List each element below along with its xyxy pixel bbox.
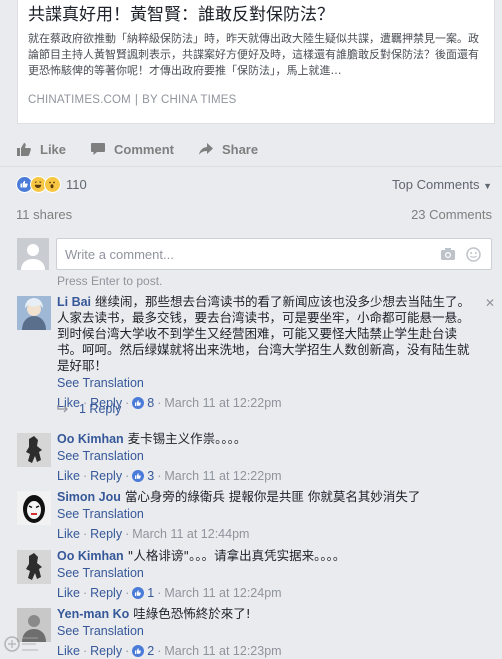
comment-timestamp[interactable]: March 11 at 12:22pm — [164, 468, 281, 484]
comment-timestamp[interactable]: March 11 at 12:22pm — [164, 395, 281, 411]
watermark-logo — [4, 636, 38, 652]
comment-label: Comment — [114, 141, 174, 157]
avatar[interactable] — [17, 433, 51, 467]
like-label: Like — [40, 141, 67, 157]
sort-label: Top Comments — [392, 177, 480, 192]
top-comments-dropdown[interactable]: Top Comments ▼ — [392, 177, 492, 192]
caret-down-icon: ▼ — [483, 181, 492, 191]
reaction-icons[interactable] — [16, 176, 61, 193]
comment-text: 哇綠色恐怖終於來了! — [133, 606, 251, 621]
comment-like-link[interactable]: Like — [57, 643, 80, 659]
link-title[interactable]: 共諜真好用！黃智賢：誰敢反對保防法？ — [28, 4, 484, 26]
share-button[interactable]: Share — [198, 142, 258, 157]
view-replies-link[interactable]: 1 Reply — [57, 402, 121, 416]
comment-placeholder: Write a comment... — [65, 247, 174, 262]
emoji-icon[interactable] — [466, 247, 481, 262]
comment-reply-link[interactable]: Reply — [90, 585, 122, 601]
see-translation-link[interactable]: See Translation — [57, 623, 493, 639]
like-number: 1 — [147, 586, 155, 600]
commenter-name[interactable]: Yen-man Ko — [57, 607, 129, 621]
comment-like-count[interactable]: 8 — [132, 395, 154, 411]
stats-row: 11 shares 23 Comments — [0, 207, 502, 233]
reaction-count[interactable]: 110 — [66, 177, 87, 192]
thumbs-up-icon — [17, 142, 31, 156]
comment-timestamp[interactable]: March 11 at 12:44pm — [132, 526, 249, 542]
comment-input[interactable]: Write a comment... — [56, 238, 492, 270]
comment-timestamp[interactable]: March 11 at 12:23pm — [164, 643, 281, 659]
like-number: 3 — [147, 469, 155, 483]
comments-count[interactable]: 23 Comments — [411, 207, 492, 233]
close-icon[interactable]: ✕ — [485, 296, 495, 310]
input-icons — [440, 247, 481, 262]
camera-icon[interactable] — [440, 247, 456, 261]
comment-like-link[interactable]: Like — [57, 526, 80, 542]
share-label: Share — [221, 141, 259, 157]
comment-reply-link[interactable]: Reply — [90, 468, 122, 484]
comment-meta: Like · Reply · March 11 at 12:44pm — [57, 526, 250, 542]
avatar[interactable] — [17, 296, 51, 330]
comment-like-count[interactable]: 2 — [132, 643, 154, 659]
comment-composer: Write a comment... — [17, 238, 495, 272]
comment-like-count[interactable]: 3 — [132, 468, 154, 484]
comment-timestamp[interactable]: March 11 at 12:24pm — [164, 585, 281, 601]
comment-body: Li Bai 继续闹，那些想去台湾读书的看了新闻应该也没多少想去当陆生了。人家去读… — [57, 294, 493, 411]
see-translation-link[interactable]: See Translation — [57, 506, 493, 522]
comment-meta: Like · Reply · 8 · March 11 at 12:22pm — [57, 395, 282, 411]
comment-meta: Like · Reply · 1 · March 11 at 12:24pm — [57, 585, 282, 601]
link-byline: BY CHINA TIMES — [142, 94, 237, 106]
comment-like-link[interactable]: Like — [57, 585, 80, 601]
see-translation-link[interactable]: See Translation — [57, 448, 493, 464]
shares-count[interactable]: 11 shares — [16, 207, 72, 233]
commenter-name[interactable]: Oo Kimhan — [57, 432, 124, 446]
avatar[interactable] — [17, 550, 51, 584]
commenter-name[interactable]: Simon Jou — [57, 490, 121, 504]
comment-body: Simon Jou 當心身旁的綠衛兵 提報你是共匪 你就莫名其妙消失了 See T… — [57, 489, 493, 542]
reactions-row: 110 Top Comments ▼ — [0, 166, 502, 202]
comment-reply-link[interactable]: Reply — [90, 526, 122, 542]
link-preview-card[interactable]: 共諜真好用！黃智賢：誰敢反對保防法？ 就在蔡政府欲推動「納粹級保防法」時，昨天就… — [17, 0, 495, 124]
link-source: CHINATIMES.COM | BY CHINA TIMES — [28, 94, 237, 106]
avatar[interactable] — [17, 491, 51, 525]
reply-arrow-icon — [57, 405, 68, 413]
comment-body: Oo Kimhan 麦卡锡主义作祟。。。。 See Translation Lik… — [57, 431, 493, 484]
commenter-name[interactable]: Li Bai — [57, 295, 91, 309]
like-badge-icon — [132, 470, 145, 482]
wow-reaction-icon — [44, 176, 61, 193]
comment-button[interactable]: Comment — [90, 142, 174, 157]
like-badge-icon — [132, 587, 145, 599]
replies-count-label: 1 Reply — [79, 402, 122, 416]
comment-icon — [91, 143, 106, 155]
comment-body: Oo Kimhan "人格诽谤"。。。请拿出真凭实据来。。。。 See Trans… — [57, 548, 493, 601]
comment-like-count[interactable]: 1 — [132, 585, 154, 601]
source-separator: | — [134, 94, 139, 106]
like-number: 8 — [147, 396, 155, 410]
like-badge-icon — [132, 645, 145, 657]
share-arrow-icon — [198, 143, 213, 155]
see-translation-link[interactable]: See Translation — [57, 375, 493, 391]
like-badge-icon — [132, 397, 145, 409]
comment-meta: Like · Reply · 3 · March 11 at 12:22pm — [57, 468, 282, 484]
like-number: 2 — [147, 644, 155, 658]
comment-text: 當心身旁的綠衛兵 提報你是共匪 你就莫名其妙消失了 — [124, 489, 421, 504]
link-domain: CHINATIMES.COM — [28, 94, 131, 106]
press-enter-hint: Press Enter to post. — [57, 274, 163, 288]
comment-text: 麦卡锡主义作祟。。。。 — [127, 431, 247, 446]
comment-text: "人格诽谤"。。。请拿出真凭实据来。。。。 — [127, 548, 346, 563]
comment-like-link[interactable]: Like — [57, 468, 80, 484]
commenter-name[interactable]: Oo Kimhan — [57, 549, 124, 563]
comment-reply-link[interactable]: Reply — [90, 643, 122, 659]
comment-body: Yen-man Ko 哇綠色恐怖終於來了! See Translation Lik… — [57, 606, 493, 659]
like-button[interactable]: Like — [16, 142, 66, 157]
see-translation-link[interactable]: See Translation — [57, 565, 493, 581]
post-actions-bar: Like Comment Share — [0, 132, 502, 166]
comment-meta: Like · Reply · 2 · March 11 at 12:23pm — [57, 643, 282, 659]
link-description: 就在蔡政府欲推動「納粹級保防法」時，昨天就傳出政大陸生疑似共諜，遭羈押禁見一案。… — [28, 32, 479, 77]
comment-text: 继续闹，那些想去台湾读书的看了新闻应该也没多少想去当陆生了。人家去读书，最多交钱… — [57, 294, 471, 373]
current-user-avatar — [17, 238, 49, 270]
